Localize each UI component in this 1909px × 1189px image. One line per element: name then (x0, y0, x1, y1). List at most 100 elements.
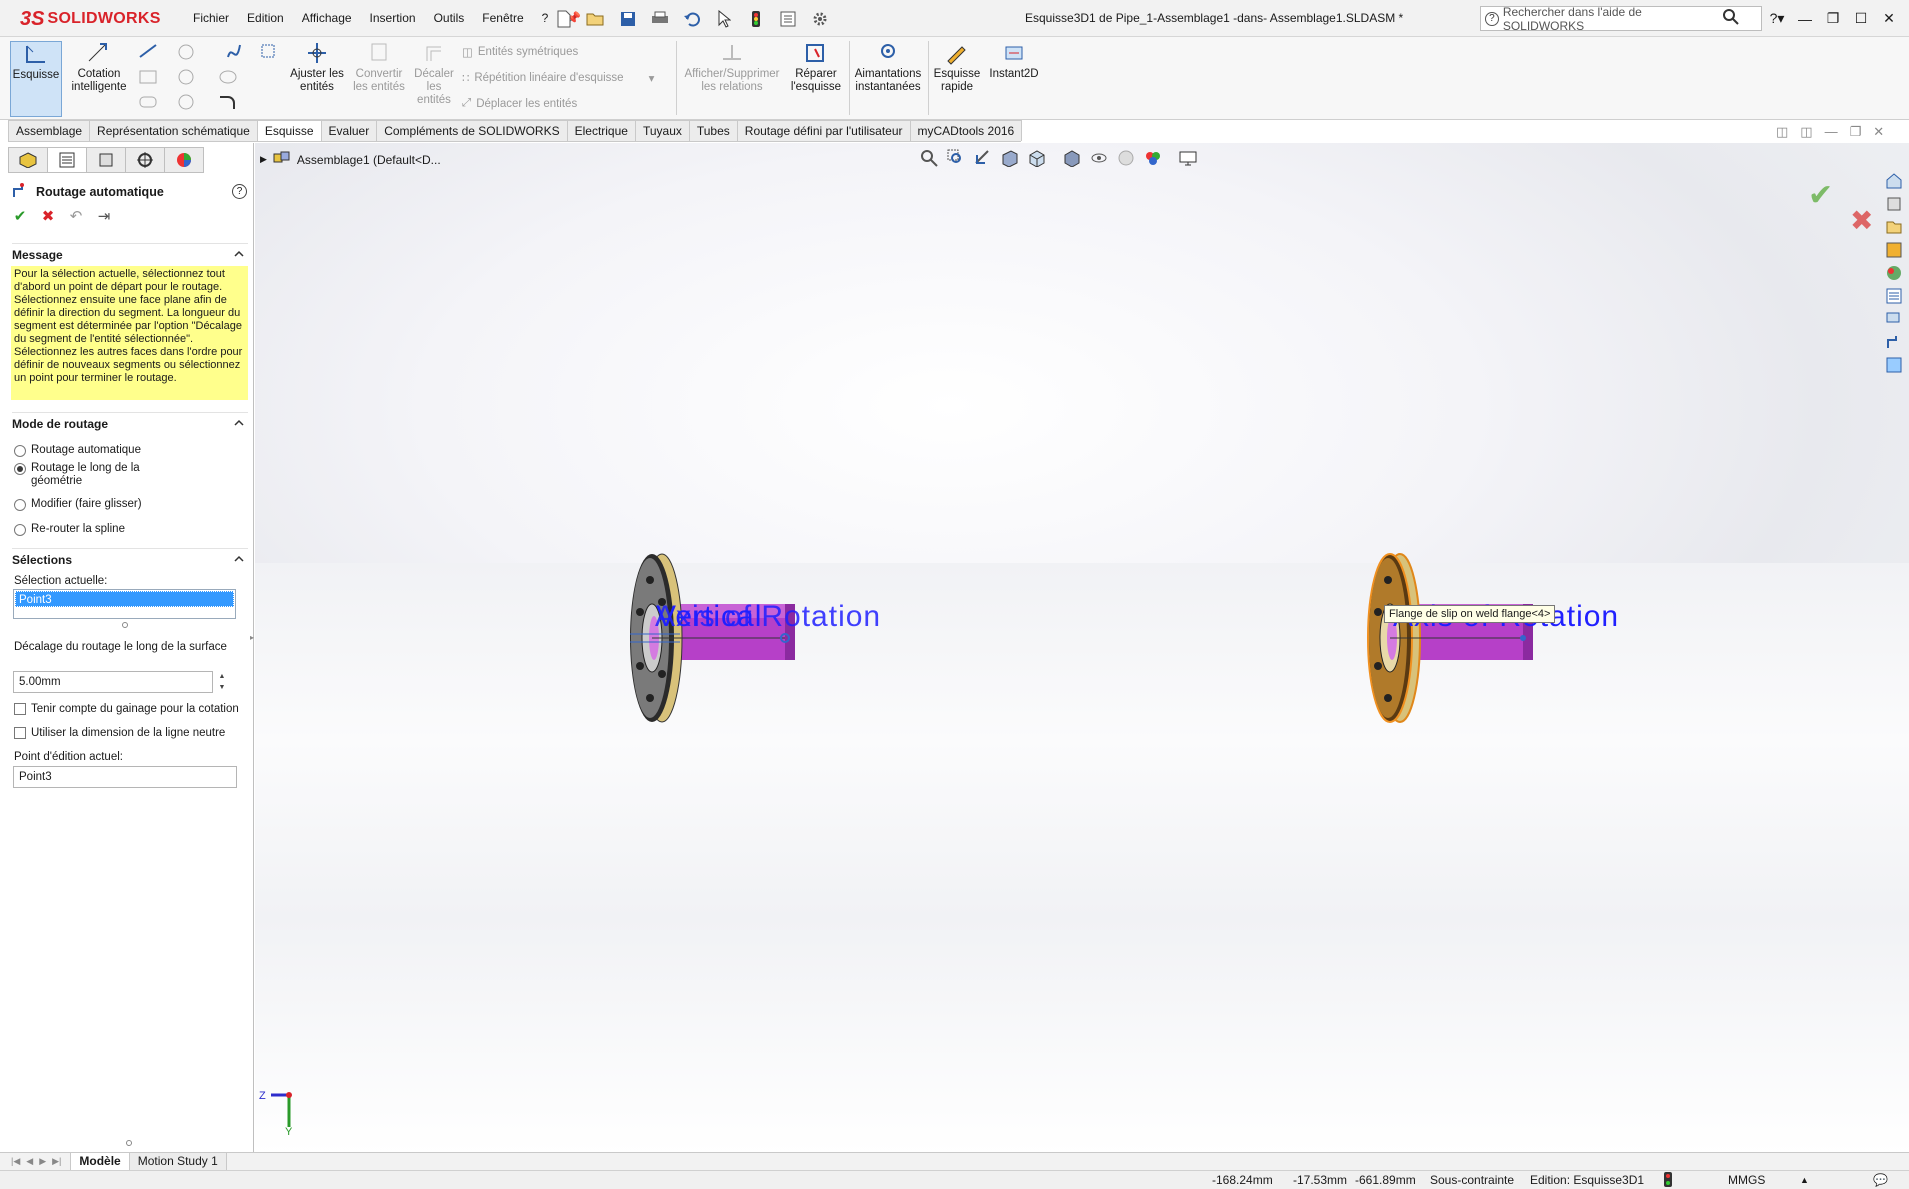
afficher-relations-button[interactable]: Afficher/Supprimer les relations (682, 41, 782, 94)
esquisse-button[interactable]: Esquisse (10, 41, 62, 117)
axis-label-left[interactable]: Axis of Rotation (655, 600, 881, 634)
edit-point-input[interactable]: Point3 (13, 766, 237, 788)
search-icon[interactable] (1723, 9, 1739, 28)
panel-resize-handle[interactable] (126, 1140, 132, 1146)
zoom-area-icon[interactable] (945, 148, 966, 168)
decaler-entites-button[interactable]: Décaler les entités (412, 41, 456, 107)
spin-down-icon[interactable]: ▼ (219, 684, 226, 691)
menu-edition[interactable]: Edition (238, 0, 293, 37)
forum-icon[interactable] (1883, 308, 1905, 329)
radio-button[interactable] (14, 524, 26, 536)
list-resize-handle[interactable] (122, 622, 128, 628)
custom-properties-icon[interactable] (1883, 285, 1905, 306)
confirmation-cancel-icon[interactable]: ✖ (1850, 204, 1873, 237)
radio-routage-automatique[interactable]: Routage automatique (14, 444, 141, 457)
tab-modele[interactable]: Modèle (70, 1152, 130, 1171)
first-tab-icon[interactable]: |◀ (8, 1156, 23, 1167)
doc-restore-icon[interactable]: ❐ (1850, 124, 1862, 140)
help-dropdown-icon[interactable]: ?▾ (1768, 10, 1786, 27)
select-cursor-icon[interactable] (710, 6, 738, 32)
radio-modifier[interactable]: Modifier (faire glisser) (14, 498, 142, 511)
last-tab-icon[interactable]: ▶| (49, 1156, 64, 1167)
rebuild-status-icon[interactable] (1664, 1172, 1672, 1189)
close-icon[interactable]: ✕ (1880, 10, 1898, 27)
new-document-icon[interactable] (550, 6, 578, 32)
radio-button[interactable] (14, 445, 26, 457)
chevron-up-icon[interactable] (234, 553, 244, 563)
mycadtools-icon[interactable] (1883, 354, 1905, 375)
tab-tubes[interactable]: Tubes (688, 120, 738, 141)
tile-right-icon[interactable]: ◫ (1800, 124, 1812, 140)
radio-button-selected[interactable] (14, 463, 26, 475)
help-search-input[interactable]: Rechercher dans l'aide de SOLIDWORKS (1503, 5, 1723, 33)
tile-left-icon[interactable]: ◫ (1776, 124, 1788, 140)
menu-fichier[interactable]: Fichier (184, 0, 238, 37)
apply-scene-icon[interactable] (1142, 148, 1163, 168)
hide-show-items-icon[interactable] (1088, 148, 1109, 168)
save-icon[interactable] (614, 6, 642, 32)
pushpin-icon[interactable]: ⇥ (96, 207, 112, 225)
dimxpert-tab-icon[interactable] (125, 147, 165, 173)
help-search-box[interactable]: ? Rechercher dans l'aide de SOLIDWORKS (1480, 5, 1762, 33)
checkbox-ligne-neutre[interactable]: Utiliser la dimension de la ligne neutre (14, 727, 225, 739)
displaymanager-tab-icon[interactable] (164, 147, 204, 173)
repetition-lineaire-button[interactable]: ∷ Répétition linéaire d'esquisse ▾ (462, 71, 654, 85)
left-pipe-assembly[interactable] (610, 548, 870, 728)
cancel-x-icon[interactable]: ✖ (40, 207, 56, 225)
mode-group-header[interactable]: Mode de routage (12, 412, 248, 434)
reparer-esquisse-button[interactable]: Réparer l'esquisse (788, 41, 844, 94)
radio-rerouter-spline[interactable]: Re-router la spline (14, 523, 125, 536)
design-library-icon[interactable] (1883, 193, 1905, 214)
undo-icon[interactable]: ↶ (68, 207, 84, 225)
propertymanager-tab-icon[interactable] (47, 147, 87, 173)
doc-minimize-icon[interactable]: — (1825, 124, 1838, 140)
spin-up-icon[interactable]: ▲ (219, 673, 226, 680)
deplacer-entites-button[interactable]: ⤢ Déplacer les entités (462, 97, 577, 110)
doc-close-icon[interactable]: ✕ (1873, 124, 1884, 140)
view-settings-icon[interactable] (1177, 148, 1198, 168)
print-icon[interactable] (646, 6, 674, 32)
radio-button[interactable] (14, 499, 26, 511)
menu-fenetre[interactable]: Fenêtre (473, 0, 532, 37)
display-style-icon[interactable] (1061, 148, 1082, 168)
solidworks-resources-icon[interactable] (1883, 170, 1905, 191)
offset-input[interactable]: 5.00mm (13, 671, 213, 693)
restore-icon[interactable]: ❐ (1824, 10, 1842, 27)
units-dropdown-icon[interactable]: ▲ (1800, 1175, 1809, 1185)
tab-motion-study[interactable]: Motion Study 1 (128, 1152, 227, 1171)
selection-item[interactable]: Point3 (15, 591, 234, 607)
status-units[interactable]: MMGS (1728, 1173, 1765, 1187)
edit-appearance-icon[interactable] (1115, 148, 1136, 168)
menu-affichage[interactable]: Affichage (293, 0, 361, 37)
tab-evaluer[interactable]: Evaluer (320, 120, 378, 141)
ok-check-icon[interactable]: ✔ (12, 207, 28, 225)
current-selection-list[interactable]: Point3 (13, 589, 236, 619)
right-pipe-assembly[interactable] (1348, 548, 1608, 728)
entites-symetriques-button[interactable]: ◫ Entités symétriques (462, 45, 578, 59)
menu-insertion[interactable]: Insertion (361, 0, 425, 37)
convertir-entites-button[interactable]: Convertir les entités (352, 41, 406, 94)
file-properties-icon[interactable] (774, 6, 802, 32)
featuremanager-tab-icon[interactable] (8, 147, 48, 173)
graphics-area[interactable] (255, 143, 1909, 1155)
tab-routage-defini[interactable]: Routage défini par l'utilisateur (736, 120, 911, 141)
minimize-icon[interactable]: — (1796, 11, 1814, 27)
chevron-up-icon[interactable] (234, 248, 244, 258)
aimantations-button[interactable]: Aimantations instantanées (852, 41, 924, 94)
view-orientation-icon[interactable] (1026, 148, 1047, 168)
tab-esquisse[interactable]: Esquisse (256, 120, 322, 141)
next-tab-icon[interactable]: ▶ (36, 1156, 49, 1167)
selections-group-header[interactable]: Sélections (12, 548, 248, 570)
file-explorer-icon[interactable] (1883, 216, 1905, 237)
confirmation-ok-icon[interactable]: ✔ (1808, 178, 1833, 213)
tab-assemblage[interactable]: Assemblage (8, 120, 91, 141)
appearances-icon[interactable] (1883, 262, 1905, 283)
tab-electrique[interactable]: Electrique (566, 120, 636, 141)
esquisse-rapide-button[interactable]: Esquisse rapide (932, 41, 982, 94)
radio-routage-geometrie[interactable]: Routage le long de la géométrie (14, 462, 149, 488)
routing-library-icon[interactable] (1883, 331, 1905, 352)
tab-mycadtools[interactable]: myCADtools 2016 (909, 120, 1023, 141)
prev-tab-icon[interactable]: ◀ (23, 1156, 36, 1167)
previous-view-icon[interactable] (972, 148, 993, 168)
zoom-to-fit-icon[interactable] (918, 148, 939, 168)
